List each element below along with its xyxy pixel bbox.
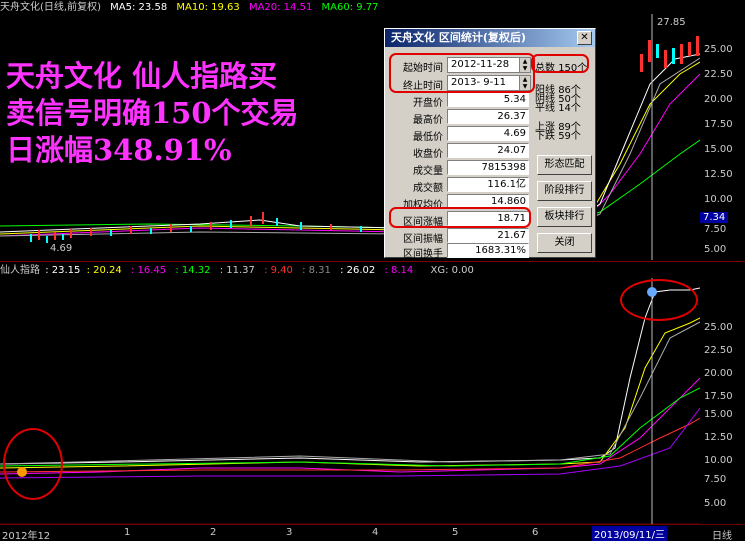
indicator-xg: XG: 0.00: [430, 265, 474, 276]
ma60-value: MA60: 9.77: [321, 2, 379, 13]
axis-tick-1: 1: [124, 527, 131, 538]
indicator-v2: : 20.24: [86, 265, 122, 276]
indicator-v5: : 11.37: [219, 265, 255, 276]
close-price-field: 24.07: [447, 143, 529, 158]
price-chart-header: 天舟文化(日线,前复权) MA5: 23.58 MA10: 19.63 MA20…: [0, 1, 385, 15]
open-label: 开盘价: [413, 98, 443, 109]
axis-tick-5: 5: [452, 527, 459, 538]
pattern-match-button[interactable]: 形态匹配: [537, 155, 592, 175]
indicator-header: 仙人指路 : 23.15 : 20.24 : 16.45 : 14.32 : 1…: [0, 264, 480, 278]
turnover-field: 1683.31%: [447, 243, 529, 258]
ma10-value: MA10: 19.63: [176, 2, 240, 13]
down-count: 下跌 59个: [535, 131, 581, 142]
cursor-date: 2013/09/11/三: [592, 526, 668, 541]
current-price-tag: 7.34: [700, 212, 729, 223]
axis-tick-4: 4: [372, 527, 379, 538]
candles-left: [30, 212, 362, 243]
ma20-value: MA20: 14.51: [248, 2, 313, 13]
period-label[interactable]: 日线: [712, 527, 732, 541]
total-highlight: [531, 54, 589, 73]
price-low-label: 4.69: [50, 243, 73, 254]
gain-highlight: [389, 207, 531, 228]
promo-line-1: 天舟文化 仙人指路买: [6, 59, 278, 93]
volume-field: 7815398: [447, 160, 529, 175]
price-scale: 25.00 22.50 20.00 17.50 15.00 12.50 10.0…: [700, 14, 745, 260]
indicator-v4: : 14.32: [175, 265, 211, 276]
date-range-highlight: [389, 53, 535, 93]
amount-field: 116.1亿: [447, 177, 529, 192]
ma5-value: MA5: 23.58: [110, 2, 168, 13]
time-axis: 2012年12 1 2 3 4 5 6 2013/09/11/三 日线: [0, 524, 745, 541]
axis-start: 2012年12: [2, 531, 51, 541]
amplitude-field: 21.67 (461.66%): [447, 228, 529, 254]
promo-line-3: 日涨幅348.91%: [6, 133, 232, 167]
indicator-v3: : 16.45: [130, 265, 167, 276]
open-field: 5.34: [447, 92, 529, 107]
ind-line-yellow: [0, 317, 700, 469]
indicator-scale: 25.00 22.50 20.00 17.50 15.00 12.50 10.0…: [704, 322, 733, 509]
buy-signal-highlight: [3, 428, 63, 500]
ind-line-green: [0, 387, 700, 467]
amount-label: 成交额: [413, 183, 443, 194]
sell-signal-highlight: [620, 279, 698, 321]
amplitude-label: 区间振幅: [403, 234, 443, 245]
turnover-label: 区间换手: [403, 249, 443, 260]
panel-divider: [0, 261, 745, 262]
ind-line-purple: [0, 407, 700, 479]
ping-count: 平线 14个: [535, 103, 581, 114]
indicator-v8: : 26.02: [340, 265, 376, 276]
indicator-v6: : 9.40: [264, 265, 293, 276]
stock-title: 天舟文化(日线,前复权): [0, 2, 101, 13]
ind-line-grey: [0, 321, 700, 465]
interval-stats-dialog[interactable]: 天舟文化 区间统计(复权后) ✕ 起始时间 2012-11-28 ▲ ▼ 终止时间…: [384, 28, 596, 260]
price-high-label: 27.85: [657, 17, 686, 28]
indicator-name: 仙人指路: [0, 265, 40, 276]
indicator-chart[interactable]: [0, 278, 700, 524]
sector-rank-button[interactable]: 板块排行: [537, 207, 592, 227]
close-icon[interactable]: ✕: [577, 31, 592, 45]
promo-line-2: 卖信号明确150个交易: [6, 96, 299, 130]
axis-tick-6: 6: [532, 527, 539, 538]
axis-tick-2: 2: [210, 527, 217, 538]
axis-tick-3: 3: [286, 527, 293, 538]
volume-label: 成交量: [413, 166, 443, 177]
ind-line-white: [0, 287, 700, 465]
close-button[interactable]: 关闭: [537, 233, 592, 253]
candles-right: [640, 36, 699, 72]
indicator-v9: : 8.14: [384, 265, 414, 276]
close-price-label: 收盘价: [413, 149, 443, 160]
indicator-v7: : 8.31: [302, 265, 331, 276]
low-label: 最低价: [413, 132, 443, 143]
low-field: 4.69: [447, 126, 529, 141]
stage-rank-button[interactable]: 阶段排行: [537, 181, 592, 201]
indicator-v1: : 23.15: [45, 265, 81, 276]
high-label: 最高价: [413, 115, 443, 126]
high-field: 26.37: [447, 109, 529, 124]
dialog-title: 天舟文化 区间统计(复权后): [385, 29, 595, 47]
